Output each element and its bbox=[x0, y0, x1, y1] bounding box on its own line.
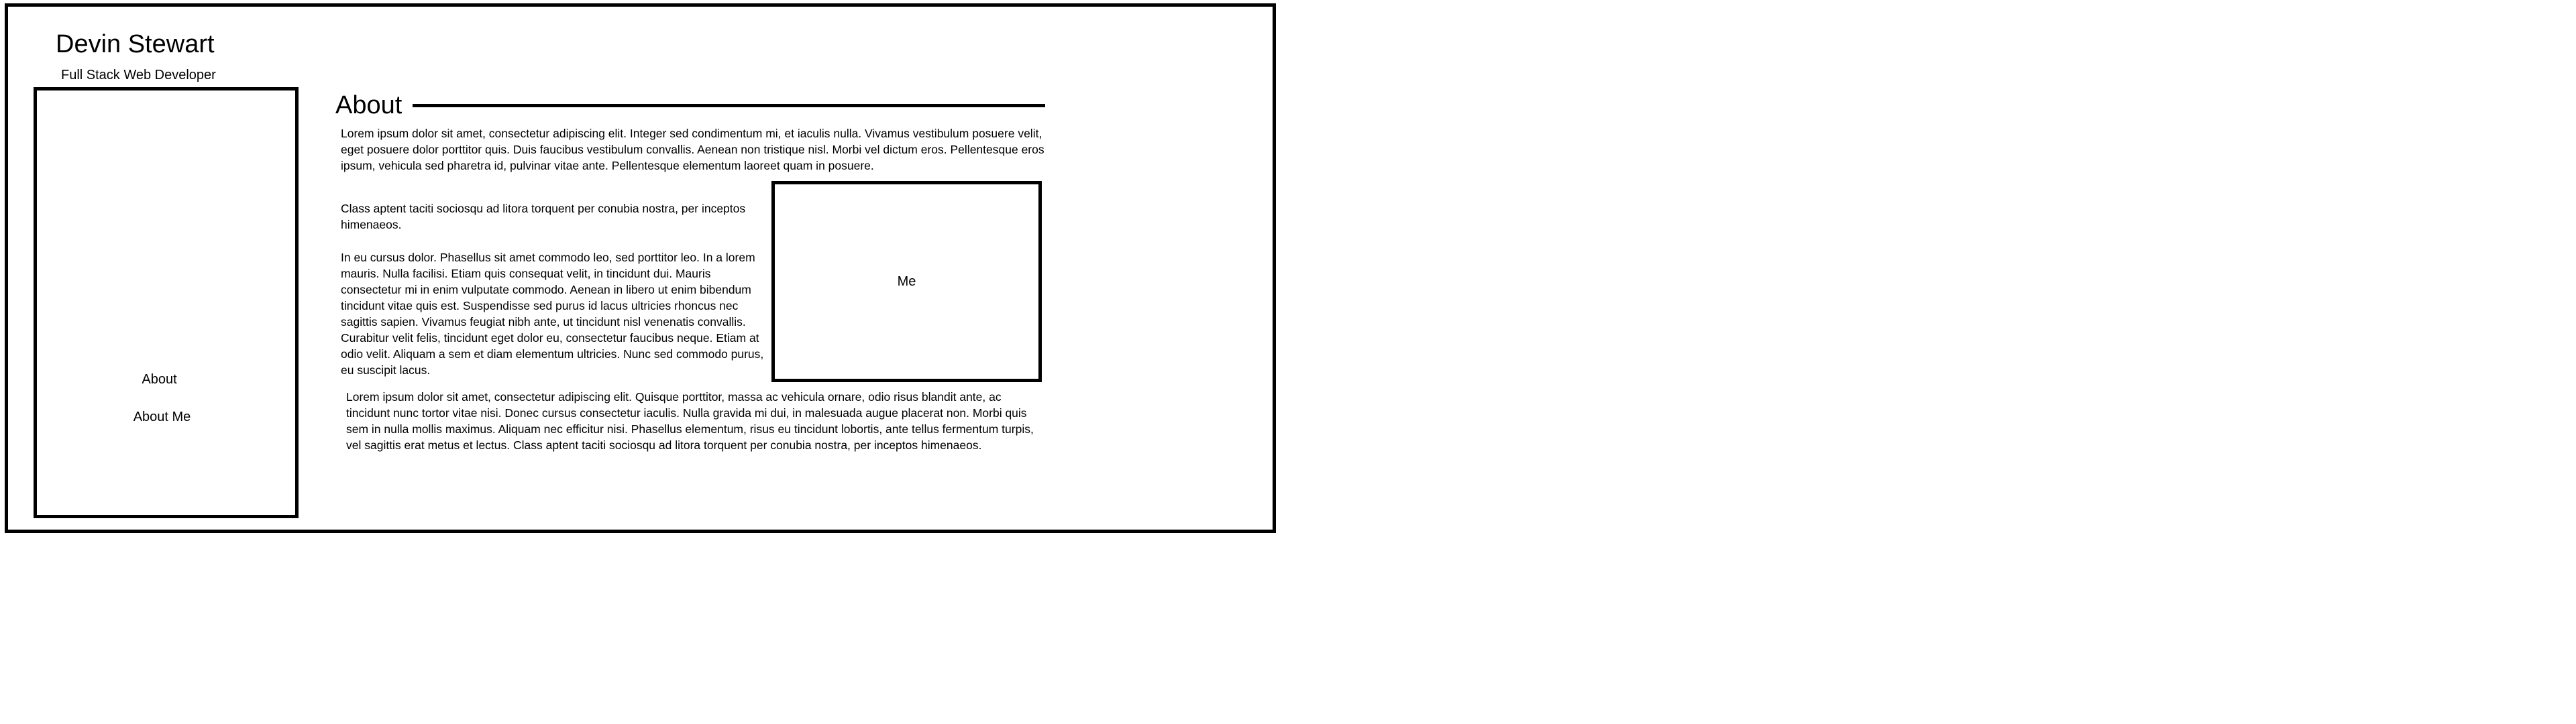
about-paragraph-4: Lorem ipsum dolor sit amet, consectetur … bbox=[346, 390, 1034, 452]
about-paragraph-2: Class aptent taciti sociosqu ad litora t… bbox=[341, 202, 746, 231]
sidebar-item-about[interactable]: About bbox=[30, 371, 288, 388]
section-heading: About bbox=[335, 91, 402, 119]
about-paragraph-3: In eu cursus dolor. Phasellus sit amet c… bbox=[341, 251, 764, 377]
profile-image-label: Me bbox=[897, 274, 916, 289]
about-paragraph-1: Lorem ipsum dolor sit amet, consectetur … bbox=[341, 127, 1044, 172]
site-title: Devin Stewart bbox=[56, 30, 215, 58]
site-subtitle: Full Stack Web Developer bbox=[61, 68, 216, 82]
sidebar-item-about-me[interactable]: About Me bbox=[33, 408, 291, 426]
page: Devin Stewart Full Stack Web Developer A… bbox=[0, 0, 2576, 724]
sidebar: About About Me bbox=[34, 87, 299, 518]
profile-image-placeholder: Me bbox=[771, 181, 1042, 382]
heading-divider bbox=[413, 104, 1045, 107]
